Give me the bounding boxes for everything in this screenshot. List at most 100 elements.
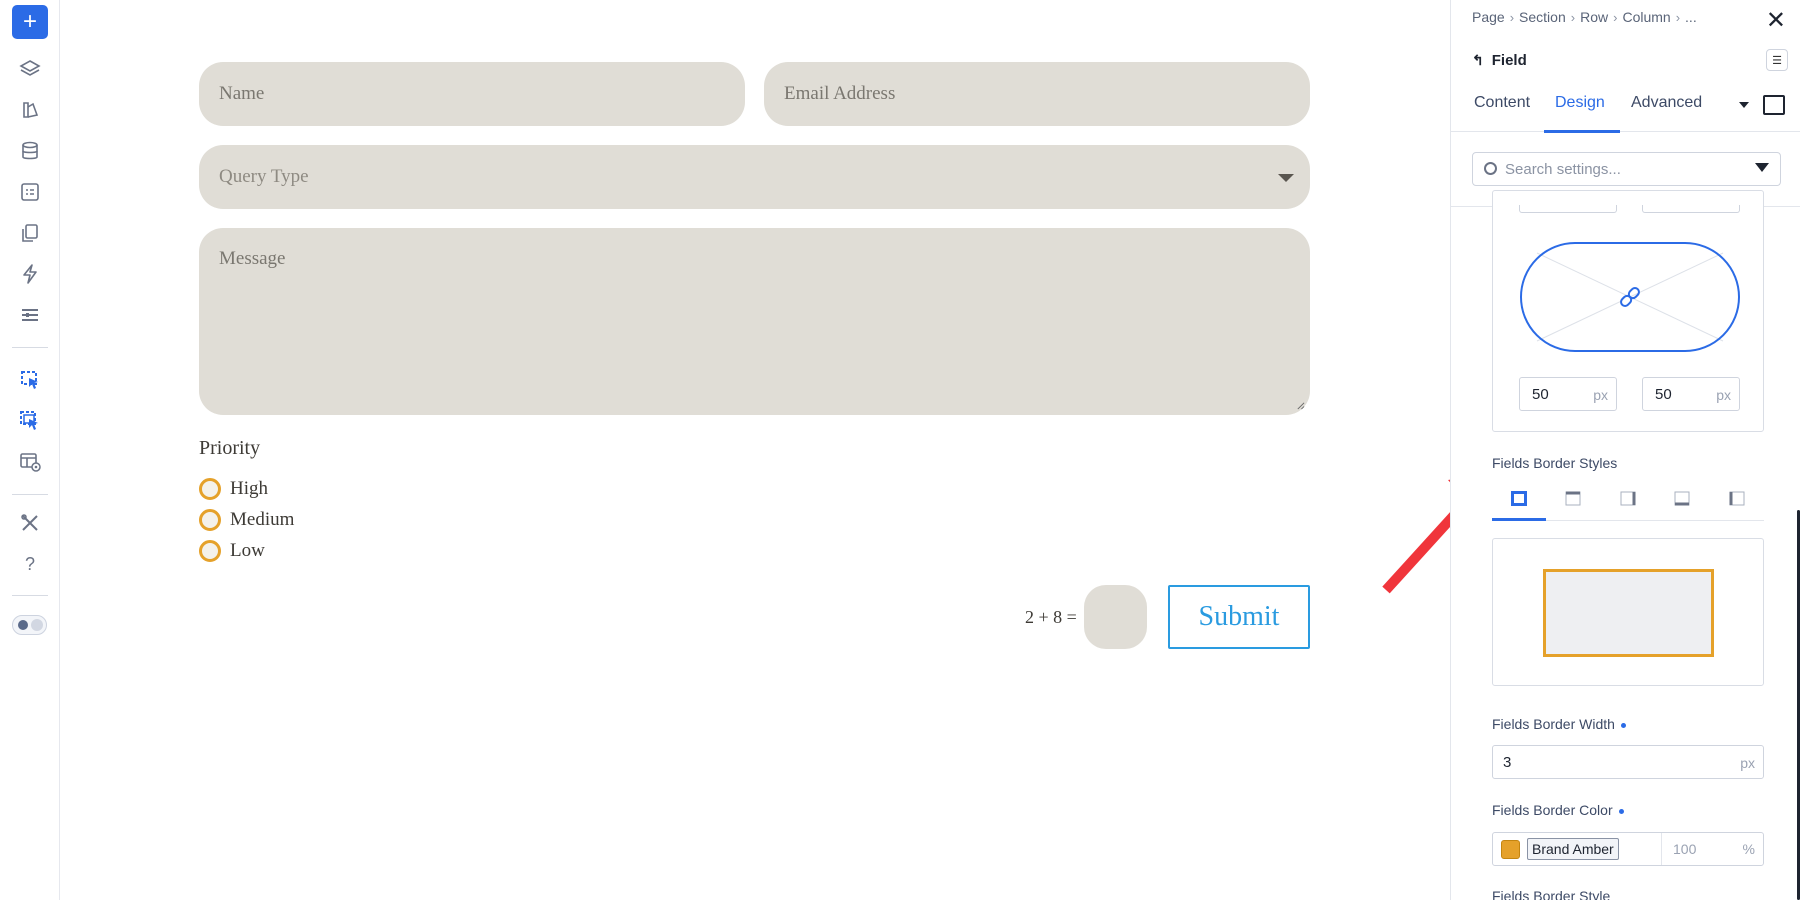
modified-dot-icon [1618,808,1624,814]
resize-grip-icon[interactable] [1296,401,1305,410]
search-input[interactable]: Search settings... [1472,152,1781,186]
radius-unit: px [1593,387,1608,403]
submit-button[interactable]: Submit [1168,585,1310,649]
pages-icon[interactable] [12,215,48,251]
select-tool-icon[interactable] [12,362,48,398]
priority-label: High [230,478,268,499]
opacity-value[interactable]: 100 [1673,841,1696,857]
border-color-label-text: Fields Border Color [1492,802,1613,818]
right-side-icon[interactable] [1620,491,1636,506]
tools-icon[interactable] [12,505,48,541]
tab-advanced[interactable]: Advanced [1631,94,1702,112]
radio-button[interactable] [199,509,221,531]
name-input[interactable]: Name [199,62,745,126]
settings-list-icon[interactable] [12,297,48,333]
help-label: ? [24,553,35,574]
radio-button[interactable] [199,478,221,500]
priority-title: Priority [199,437,261,459]
border-radius-preview [1520,242,1740,352]
captcha-input[interactable] [1084,585,1147,649]
bottom-side-icon[interactable] [1674,491,1690,506]
breadcrumb: Page › Section › Row › Column › ... [1472,9,1697,25]
email-input[interactable]: Email Address [764,62,1310,126]
tab-content[interactable]: Content [1474,94,1530,112]
plus-icon: + [22,8,37,35]
priority-option-medium[interactable]: Medium [199,509,294,531]
radius-value: 50 [1532,385,1549,403]
global-color-chip[interactable]: Brand Amber [1527,838,1619,860]
border-width-value: 3 [1503,753,1512,771]
query-type-select[interactable]: Query Type [199,145,1310,209]
radius-input-stub [1519,205,1617,213]
border-style-preview [1543,569,1714,657]
database-icon[interactable] [12,133,48,169]
breadcrumb-page[interactable]: Page [1472,9,1505,25]
back-icon[interactable]: ↰ [1472,52,1484,69]
priority-label: Medium [230,509,295,530]
breadcrumb-separator-icon: › [1675,9,1681,25]
preview-icon[interactable] [12,444,48,480]
captcha-question: 2 + 8 = [1025,607,1077,627]
help-icon[interactable]: ? [12,546,48,582]
border-sides-tabs [1492,485,1764,521]
modified-dot-icon [1620,722,1626,728]
layers-icon[interactable] [12,51,48,87]
form-icon[interactable] [12,174,48,210]
page-canvas: Name Email Address Query Type Message Pr… [60,0,1450,900]
close-icon[interactable]: ✕ [1766,6,1786,35]
lightning-icon[interactable] [12,256,48,292]
radius-unit: px [1716,387,1731,403]
breadcrumb-column[interactable]: Column [1622,9,1670,25]
radio-button[interactable] [199,540,221,562]
message-placeholder: Message [219,248,286,269]
radius-value: 50 [1655,385,1672,403]
top-side-icon[interactable] [1565,491,1581,506]
color-input-divider [1661,833,1662,865]
message-textarea[interactable]: Message [199,228,1310,415]
view-mode-icon[interactable] [1763,95,1785,115]
filter-icon[interactable] [1755,163,1769,172]
breadcrumb-section[interactable]: Section [1519,9,1566,25]
toggle-knob [31,619,43,631]
all-sides-icon[interactable] [1511,491,1527,506]
border-color-input[interactable]: Brand Amber 100 % [1492,832,1764,866]
email-placeholder: Email Address [784,83,896,104]
breadcrumb-row[interactable]: Row [1580,9,1608,25]
chevron-down-icon [1278,174,1294,182]
search-icon [1484,162,1497,175]
add-element-button[interactable]: + [12,5,48,39]
border-color-label: Fields Border Color [1492,802,1624,818]
priority-option-high[interactable]: High [199,478,268,500]
border-width-unit: px [1740,755,1755,771]
border-style-preview-card [1492,538,1764,686]
module-title-label: Field [1491,52,1527,69]
theme-toggle[interactable] [12,615,47,635]
radius-bottom-right-input[interactable]: 50 px [1642,377,1740,411]
border-width-input[interactable]: 3 px [1492,745,1764,779]
toolbar-divider [12,347,48,348]
multi-select-icon[interactable] [12,403,48,439]
caret-down-icon[interactable] [1739,102,1749,108]
opacity-unit: % [1742,841,1755,857]
left-side-icon[interactable] [1729,491,1745,506]
search-placeholder: Search settings... [1505,160,1621,178]
color-swatch[interactable] [1501,840,1520,859]
priority-label: Low [230,540,265,561]
toolbar-divider [12,595,48,596]
breadcrumb-more[interactable]: ... [1685,9,1697,25]
breadcrumb-separator-icon: › [1570,9,1576,25]
tab-design[interactable]: Design [1555,94,1605,112]
breadcrumb-separator-icon: › [1613,9,1618,25]
radius-bottom-left-input[interactable]: 50 px [1519,377,1617,411]
border-radius-card: 50 px 50 px [1492,190,1764,432]
border-width-label-text: Fields Border Width [1492,716,1615,732]
query-type-placeholder: Query Type [219,166,309,187]
priority-option-low[interactable]: Low [199,540,265,562]
theme-builder-icon[interactable] [12,92,48,128]
settings-panel: Page › Section › Row › Column › ... ✕ ↰ Fiel… [1450,0,1800,900]
options-icon[interactable]: ☰ [1766,49,1788,71]
radius-input-stub [1642,205,1740,213]
left-toolbar: + ? [0,0,60,900]
border-width-label: Fields Border Width [1492,716,1626,732]
active-tab-indicator [1544,130,1620,133]
